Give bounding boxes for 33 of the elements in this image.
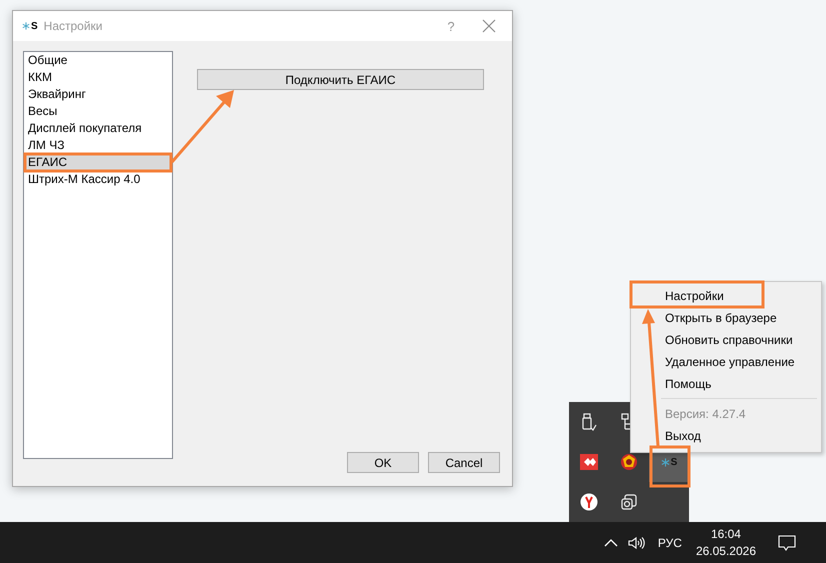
app-icon[interactable]: [580, 454, 598, 470]
ok-button[interactable]: OK: [347, 452, 419, 473]
list-item[interactable]: ЛМ ЧЗ: [24, 137, 172, 154]
speaker-icon[interactable]: [628, 536, 646, 550]
menu-item[interactable]: Помощь: [631, 373, 821, 395]
list-item[interactable]: Эквайринг: [24, 86, 172, 103]
connect-button[interactable]: Подключить ЕГАИС: [197, 69, 484, 90]
window-title: Настройки: [44, 19, 104, 33]
snowflake-icon: [660, 458, 670, 466]
menu-item[interactable]: Настройки: [631, 285, 821, 307]
windows-stack-icon[interactable]: [621, 494, 637, 510]
snowflake-icon: [22, 22, 30, 30]
emblem-icon[interactable]: [620, 453, 638, 471]
list-item[interactable]: Дисплей покупателя: [24, 120, 172, 137]
list-item[interactable]: Весы: [24, 103, 172, 120]
close-icon[interactable]: [482, 19, 496, 33]
chevron-up-icon[interactable]: [604, 538, 618, 548]
menu-item[interactable]: Открыть в браузере: [631, 307, 821, 329]
language-indicator[interactable]: РУС: [658, 536, 682, 550]
annotation-box: [650, 446, 690, 488]
cancel-button[interactable]: Cancel: [428, 452, 500, 473]
browser-icon[interactable]: [580, 493, 598, 511]
usb-drive-icon[interactable]: [581, 413, 597, 431]
list-item[interactable]: Общие: [24, 52, 172, 69]
menu-item: Версия: 4.27.4: [664, 406, 747, 423]
app-logo-icon: S: [22, 20, 38, 32]
menu-item[interactable]: Обновить справочники: [631, 329, 821, 351]
list-item[interactable]: ККМ: [24, 69, 172, 86]
menu-item[interactable]: Выход: [631, 425, 821, 447]
clock[interactable]: 16:04 26.05.2026: [696, 526, 756, 560]
notification-icon[interactable]: [778, 534, 796, 550]
list-item[interactable]: Штрих-М Кассир 4.0: [24, 171, 172, 188]
menu-item[interactable]: Удаленное управление: [631, 351, 821, 373]
